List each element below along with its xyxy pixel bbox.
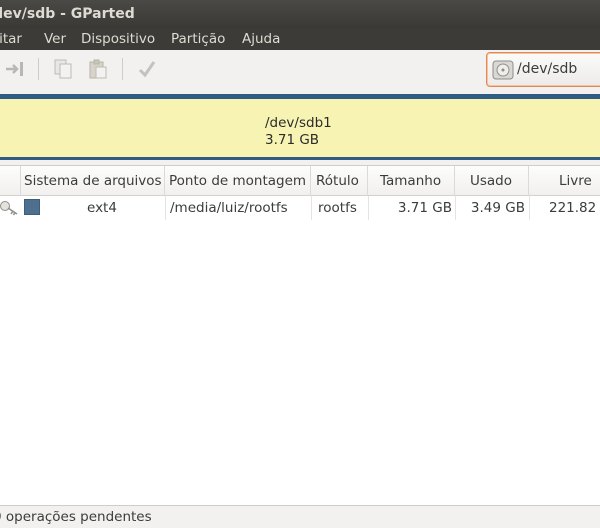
statusbar: 0 operações pendentes	[0, 505, 600, 528]
partition-graph: /dev/sdb1 3.71 GB	[0, 90, 600, 165]
column-divider	[165, 196, 166, 220]
label-cell[interactable]: rootfs	[318, 196, 368, 220]
filesystem-cell[interactable]: ext4	[87, 196, 157, 220]
column-header-label[interactable]: Rótulo	[311, 166, 368, 196]
hard-disk-icon	[492, 59, 514, 85]
column-header-mount[interactable]: Ponto de montagem	[165, 166, 311, 196]
menubar: Editar Ver Dispositivo Partição Ajuda	[0, 28, 600, 50]
partition-name: /dev/sdb1	[265, 115, 332, 131]
column-divider	[311, 196, 312, 220]
device-selector[interactable]: /dev/sdb	[486, 52, 600, 87]
column-header-used[interactable]: Usado	[455, 166, 529, 196]
window-title: /dev/sdb - GParted	[0, 6, 135, 22]
column-header-partition[interactable]	[0, 166, 21, 196]
menu-ajuda[interactable]: Ajuda	[242, 28, 280, 50]
column-divider	[529, 196, 530, 220]
menu-ver[interactable]: Ver	[44, 28, 66, 50]
device-label: /dev/sdb	[517, 61, 578, 77]
used-cell[interactable]: 3.49 GB	[455, 196, 525, 220]
apply-check-icon[interactable]	[134, 56, 160, 82]
paste-icon[interactable]	[85, 56, 111, 82]
column-header-free[interactable]: Livre	[529, 166, 600, 196]
partition-block[interactable]: /dev/sdb1 3.71 GB	[0, 94, 600, 160]
apply-to-end-icon[interactable]	[2, 56, 28, 82]
filesystem-color-swatch	[24, 199, 40, 215]
toolbar-separator	[38, 58, 39, 80]
menu-particao[interactable]: Partição	[171, 28, 225, 50]
partition-block-fill: /dev/sdb1 3.71 GB	[0, 99, 600, 157]
copy-icon[interactable]	[50, 56, 76, 82]
menu-editar[interactable]: Editar	[0, 28, 22, 50]
toolbar-separator	[122, 58, 123, 80]
size-cell[interactable]: 3.71 GB	[368, 196, 452, 220]
free-cell[interactable]: 221.82 MiB	[549, 196, 600, 220]
column-header-filesystem[interactable]: Sistema de arquivos	[21, 166, 165, 196]
window-titlebar: /dev/sdb - GParted	[0, 0, 600, 28]
column-header-size[interactable]: Tamanho	[368, 166, 455, 196]
mount-point-cell[interactable]: /media/luiz/rootfs	[170, 196, 310, 220]
menu-dispositivo[interactable]: Dispositivo	[81, 28, 155, 50]
partition-table: Sistema de arquivos Ponto de montagem Ró…	[0, 165, 600, 505]
pending-operations-status: 0 operações pendentes	[0, 509, 152, 525]
key-icon	[0, 196, 20, 220]
partition-size: 3.71 GB	[265, 132, 320, 148]
